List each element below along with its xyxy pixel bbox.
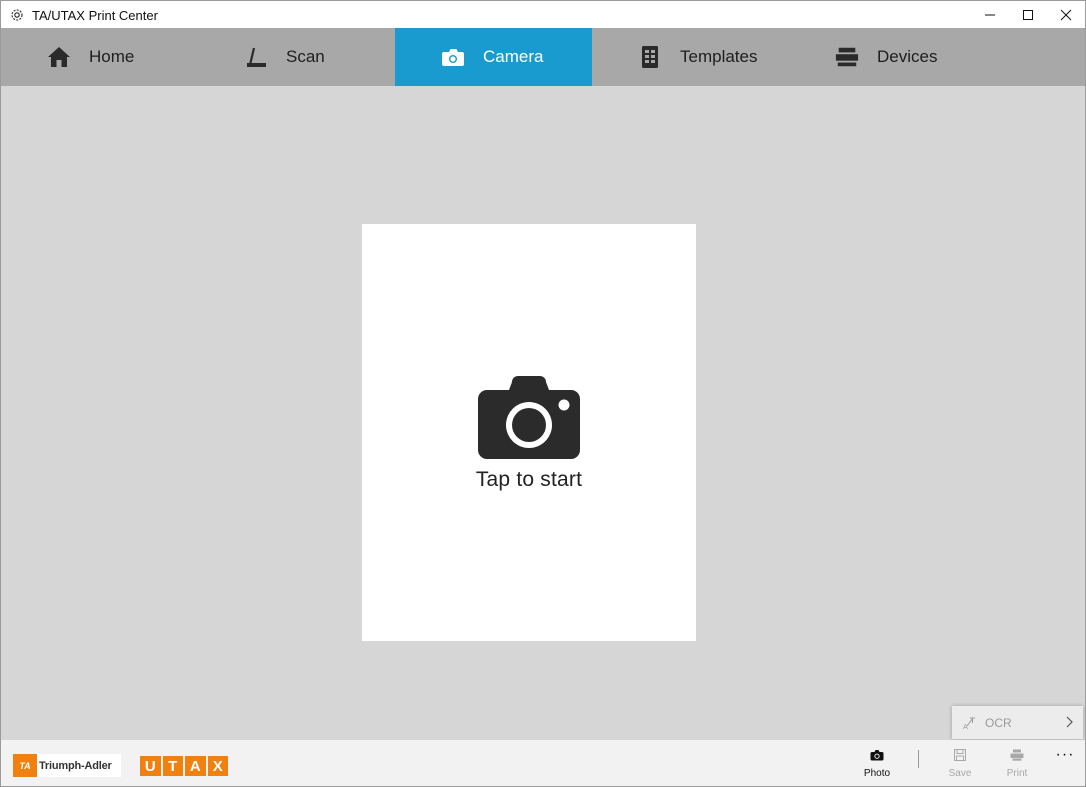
main-area: Tap to start <box>1 86 1085 740</box>
home-icon <box>47 45 71 69</box>
camera-icon <box>441 45 465 69</box>
nav-tab-camera[interactable]: Camera <box>395 28 592 86</box>
nav-label: Devices <box>877 47 938 66</box>
nav-label: Home <box>89 47 135 66</box>
window-title: TA/UTAX Print Center <box>32 7 158 23</box>
save-icon <box>952 748 968 762</box>
templates-icon <box>638 45 662 69</box>
ocr-label: OCR <box>985 715 1012 730</box>
app-window: TA/UTAX Print Center Home Scan Camera Te… <box>0 0 1086 787</box>
command-bar: TA Triumph-Adler U T A X Photo Save Prin… <box>1 740 1085 786</box>
more-options-button[interactable]: ··· <box>1053 746 1077 766</box>
utax-letter: T <box>162 756 183 776</box>
save-label: Save <box>948 768 972 779</box>
maximize-button[interactable] <box>1009 1 1047 29</box>
gear-icon[interactable] <box>10 8 24 22</box>
close-icon <box>1060 9 1072 21</box>
ocr-icon: A <box>963 716 977 730</box>
maximize-icon <box>1023 10 1033 20</box>
devices-icon <box>835 45 859 69</box>
print-button[interactable]: Print <box>992 748 1042 784</box>
window-controls <box>971 1 1085 29</box>
nav-label: Scan <box>286 47 325 66</box>
camera-icon <box>478 375 580 459</box>
chevron-right-icon <box>1064 715 1074 729</box>
photo-button[interactable]: Photo <box>852 748 902 784</box>
nav-label: Templates <box>680 47 758 66</box>
nav-tab-scan[interactable]: Scan <box>198 28 395 86</box>
utax-letter: U <box>140 756 161 776</box>
utax-letter: X <box>207 756 228 776</box>
triumph-adler-logo: TA Triumph-Adler <box>13 754 121 777</box>
camera-icon <box>869 748 885 762</box>
nav-tab-home[interactable]: Home <box>1 28 198 86</box>
minimize-icon <box>985 14 995 16</box>
print-icon <box>1009 748 1025 762</box>
nav-tab-templates[interactable]: Templates <box>592 28 789 86</box>
photo-label: Photo <box>863 768 891 779</box>
ta-logo-mark: TA <box>13 754 37 777</box>
scan-icon <box>244 45 268 69</box>
tap-to-start-label: Tap to start <box>475 467 583 491</box>
nav-bar: Home Scan Camera Templates Devices <box>1 28 1085 86</box>
command-separator <box>918 750 919 768</box>
ocr-button[interactable]: A OCR <box>952 706 1083 739</box>
minimize-button[interactable] <box>971 1 1009 29</box>
nav-tab-devices[interactable]: Devices <box>789 28 986 86</box>
ta-logo-text: Triumph-Adler <box>39 759 112 772</box>
title-bar: TA/UTAX Print Center <box>1 1 1085 29</box>
tap-to-start-card[interactable]: Tap to start <box>362 224 696 641</box>
nav-label: Camera <box>483 47 544 66</box>
close-button[interactable] <box>1047 1 1085 29</box>
print-label: Print <box>1006 768 1028 779</box>
svg-text:A: A <box>963 723 968 730</box>
utax-letter: A <box>185 756 206 776</box>
utax-logo: U T A X <box>140 756 228 776</box>
save-button[interactable]: Save <box>935 748 985 784</box>
